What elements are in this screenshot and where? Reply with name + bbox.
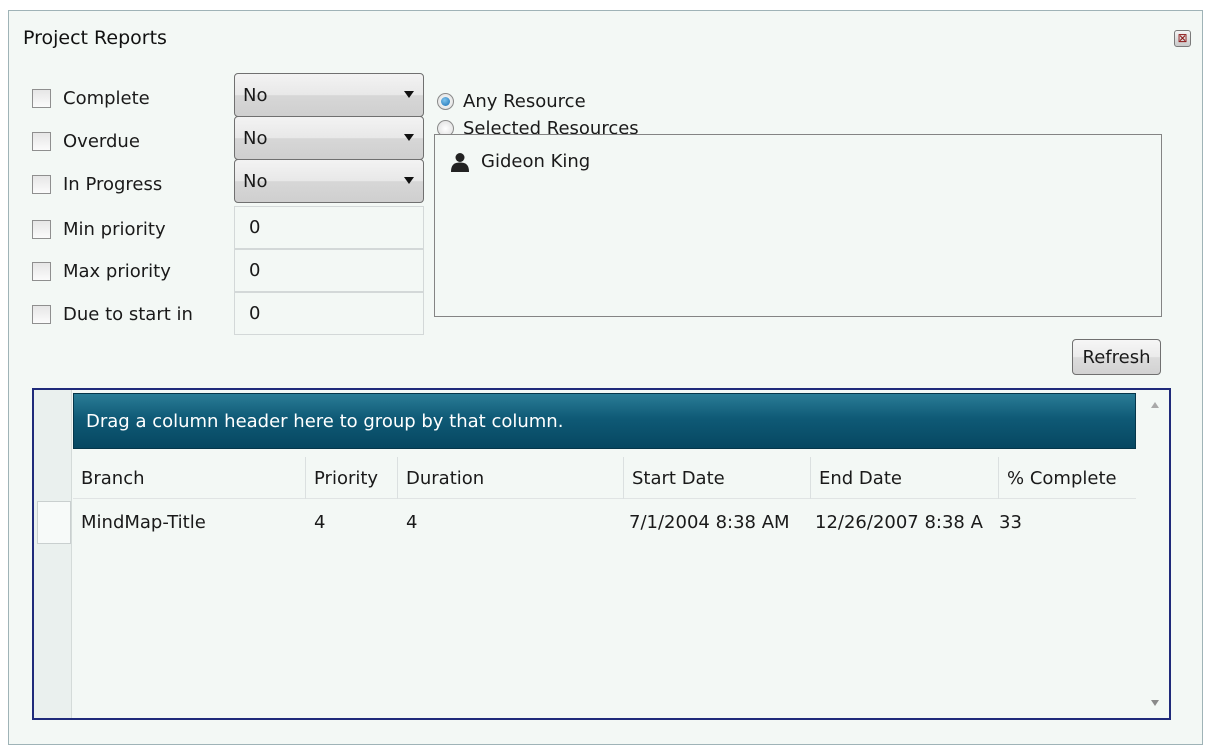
max-priority-input[interactable]: 0 [234,249,424,292]
close-icon[interactable]: ⊠ [1174,30,1191,47]
checkbox-label: Overdue [63,130,140,152]
table-row[interactable]: MindMap-Title 4 4 7/1/2004 8:38 AM 12/26… [73,500,1136,544]
checkbox-label: Min priority [63,218,166,240]
scroll-down-icon[interactable] [1151,700,1159,706]
filter-due-to-start[interactable]: Due to start in [32,301,193,327]
column-header-priority[interactable]: Priority [306,457,398,499]
resource-list[interactable]: Gideon King [434,134,1162,317]
checkbox-label: Due to start in [63,303,193,325]
radio-any-resource[interactable]: Any Resource [437,88,586,114]
complete-dropdown[interactable]: No [234,73,424,117]
due-to-start-input[interactable]: 0 [234,292,424,335]
window-title: Project Reports [23,27,167,49]
vertical-scrollbar[interactable] [1143,390,1169,718]
column-header-end-date[interactable]: End Date [811,457,999,499]
group-panel-text: Drag a column header here to group by th… [86,410,564,432]
checkbox-label: In Progress [63,173,163,195]
column-header-row: Branch Priority Duration Start Date End … [73,457,1136,499]
cell-start-date: 7/1/2004 8:38 AM [629,511,790,533]
min-priority-input[interactable]: 0 [234,206,424,249]
filter-complete[interactable]: Complete [32,85,150,111]
filter-overdue[interactable]: Overdue [32,128,140,154]
checkbox-max-priority[interactable] [32,261,51,281]
report-grid[interactable]: Drag a column header here to group by th… [32,388,1171,720]
cell-branch: MindMap-Title [81,511,206,533]
overdue-dropdown[interactable]: No [234,116,424,160]
radio-label: Any Resource [463,90,586,112]
scroll-up-icon[interactable] [1151,402,1159,408]
radio-button-checked[interactable] [437,92,454,110]
resource-name: Gideon King [481,151,591,172]
chevron-down-icon [404,91,414,98]
checkbox-complete[interactable] [32,88,51,108]
column-header-duration[interactable]: Duration [398,457,624,499]
filter-in-progress[interactable]: In Progress [32,171,162,197]
checkbox-in-progress[interactable] [32,174,51,194]
checkbox-min-priority[interactable] [32,219,51,239]
chevron-down-icon [404,134,414,141]
column-header-start-date[interactable]: Start Date [624,457,811,499]
refresh-button[interactable]: Refresh [1072,339,1161,375]
row-selector[interactable] [37,501,71,544]
filter-max-priority[interactable]: Max priority [32,258,171,284]
dropdown-value: No [243,127,268,149]
cell-percent-complete: 33 [999,511,1022,533]
checkbox-overdue[interactable] [32,131,51,151]
cell-duration: 4 [406,511,418,533]
group-by-panel[interactable]: Drag a column header here to group by th… [73,393,1136,449]
checkbox-label: Max priority [63,260,171,282]
chevron-down-icon [404,177,414,184]
in-progress-dropdown[interactable]: No [234,159,424,203]
column-header-percent-complete[interactable]: % Complete [999,457,1136,499]
filter-min-priority[interactable]: Min priority [32,216,166,242]
person-icon [451,152,469,172]
row-indicator-column [34,390,72,718]
resource-item[interactable]: Gideon King [451,151,590,172]
checkbox-label: Complete [63,87,150,109]
dropdown-value: No [243,84,268,106]
cell-end-date: 12/26/2007 8:38 A [815,511,983,533]
checkbox-due-to-start[interactable] [32,304,51,324]
cell-priority: 4 [314,511,326,533]
dropdown-value: No [243,170,268,192]
column-header-branch[interactable]: Branch [73,457,306,499]
